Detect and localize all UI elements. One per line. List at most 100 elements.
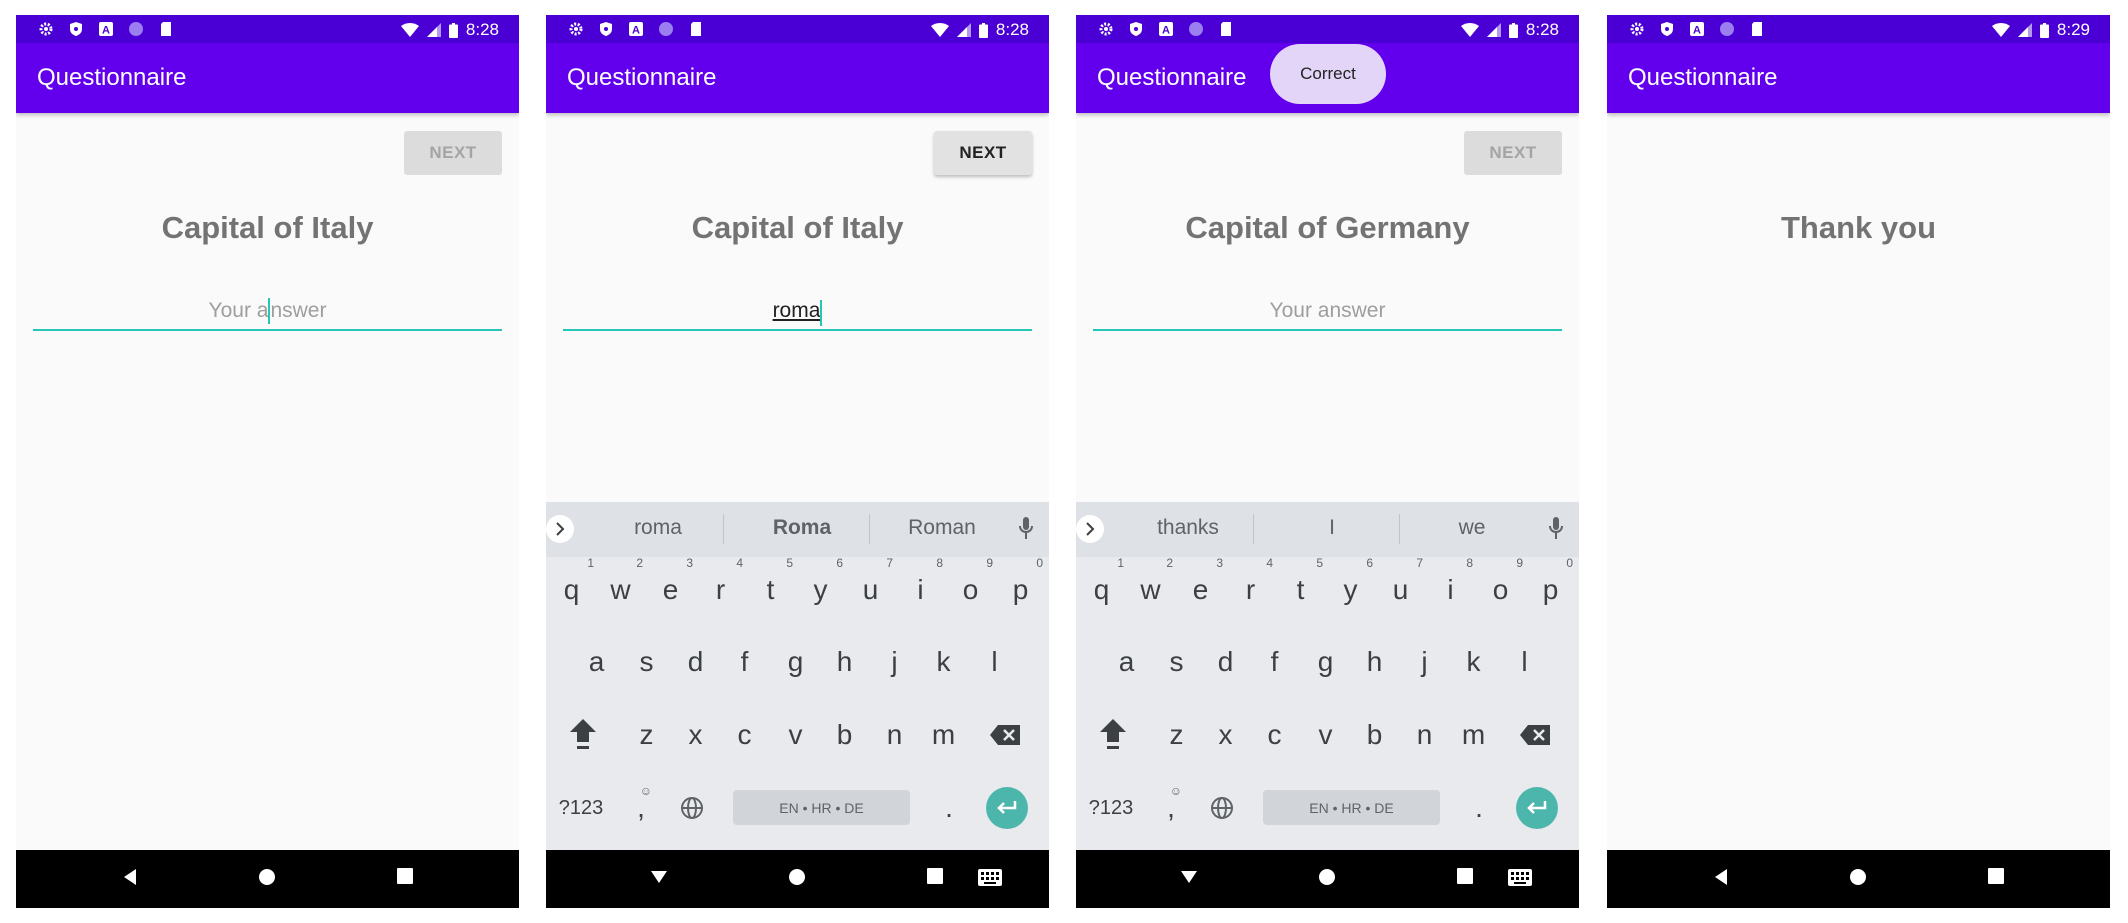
home-icon[interactable] [258, 868, 276, 886]
key[interactable]: m [919, 705, 968, 765]
answer-input[interactable]: Your answer [33, 295, 502, 331]
answer-input[interactable]: roma [563, 295, 1032, 331]
key[interactable]: h [820, 632, 869, 692]
key[interactable]: e3 [646, 556, 695, 620]
key[interactable]: a [1102, 632, 1151, 692]
backspace-key[interactable] [1510, 705, 1559, 765]
key[interactable]: n [870, 705, 919, 765]
key[interactable]: s [622, 632, 671, 692]
key[interactable]: p0 [996, 556, 1045, 620]
key[interactable]: y6 [1326, 556, 1375, 620]
key[interactable]: x [671, 705, 720, 765]
key[interactable]: z [622, 705, 671, 765]
recents-icon[interactable] [1457, 868, 1473, 884]
key[interactable]: w2 [596, 556, 645, 620]
symbols-key[interactable]: ?123 [1080, 778, 1142, 838]
key[interactable]: t5 [746, 556, 795, 620]
comma-key[interactable]: , ☺ [624, 778, 658, 838]
period-key[interactable]: . [1462, 778, 1496, 838]
period-key[interactable]: . [932, 778, 966, 838]
recents-icon[interactable] [397, 868, 413, 884]
home-icon[interactable] [1849, 868, 1867, 886]
key[interactable]: f [720, 632, 769, 692]
key[interactable]: t5 [1276, 556, 1325, 620]
backspace-key[interactable] [980, 705, 1029, 765]
status-bar: A 8:29 [1607, 15, 2110, 43]
comma-key[interactable]: , ☺ [1154, 778, 1188, 838]
key[interactable]: p0 [1526, 556, 1575, 620]
key[interactable]: v [1301, 705, 1350, 765]
answer-input[interactable]: Your answer [1093, 295, 1562, 331]
key[interactable]: b [820, 705, 869, 765]
key[interactable]: b [1350, 705, 1399, 765]
key[interactable]: z [1152, 705, 1201, 765]
next-button[interactable]: NEXT [934, 131, 1032, 175]
enter-key[interactable] [986, 787, 1028, 829]
hide-keyboard-icon[interactable] [1180, 870, 1198, 884]
key[interactable]: i8 [896, 556, 945, 620]
key[interactable]: f [1250, 632, 1299, 692]
microphone-icon[interactable] [1549, 516, 1563, 540]
suggestion-3[interactable]: we [1402, 516, 1542, 540]
key[interactable]: g [771, 632, 820, 692]
space-key[interactable]: EN • HR • DE [733, 790, 910, 825]
key[interactable]: c [720, 705, 769, 765]
key[interactable]: o9 [946, 556, 995, 620]
key[interactable]: x [1201, 705, 1250, 765]
shift-key[interactable] [558, 705, 607, 765]
suggestion-2[interactable]: I [1262, 516, 1402, 540]
keyboard-switch-icon[interactable] [1508, 869, 1532, 886]
language-key[interactable] [1202, 778, 1242, 838]
key[interactable]: j [870, 632, 919, 692]
key[interactable]: r4 [696, 556, 745, 620]
key[interactable]: u7 [846, 556, 895, 620]
key[interactable]: m [1449, 705, 1498, 765]
key[interactable]: q1 [1077, 556, 1126, 620]
keyboard-switch-icon[interactable] [978, 869, 1002, 886]
key[interactable]: y6 [796, 556, 845, 620]
key[interactable]: k [919, 632, 968, 692]
recents-icon[interactable] [1988, 868, 2004, 884]
key[interactable]: s [1152, 632, 1201, 692]
key[interactable]: u7 [1376, 556, 1425, 620]
back-icon[interactable] [1713, 868, 1729, 886]
expand-suggestions-button[interactable] [546, 515, 574, 543]
suggestion-1[interactable]: thanks [1118, 516, 1258, 540]
back-icon[interactable] [122, 868, 138, 886]
key[interactable]: v [771, 705, 820, 765]
key[interactable]: k [1449, 632, 1498, 692]
key[interactable]: d [1201, 632, 1250, 692]
suggestion-1[interactable]: roma [588, 516, 728, 540]
symbols-key[interactable]: ?123 [550, 778, 612, 838]
key[interactable]: o9 [1476, 556, 1525, 620]
shift-key[interactable] [1088, 705, 1137, 765]
answer-placeholder: Your answer [209, 298, 326, 325]
key[interactable]: g [1301, 632, 1350, 692]
key[interactable]: q1 [547, 556, 596, 620]
key[interactable]: j [1400, 632, 1449, 692]
language-key[interactable] [672, 778, 712, 838]
key[interactable]: d [671, 632, 720, 692]
key[interactable]: c [1250, 705, 1299, 765]
recents-icon[interactable] [927, 868, 943, 884]
expand-suggestions-button[interactable] [1076, 515, 1104, 543]
next-button[interactable]: NEXT [1464, 131, 1562, 175]
key[interactable]: h [1350, 632, 1399, 692]
suggestion-3[interactable]: Roman [872, 516, 1012, 540]
hide-keyboard-icon[interactable] [650, 870, 668, 884]
microphone-icon[interactable] [1019, 516, 1033, 540]
home-icon[interactable] [1318, 868, 1336, 886]
key[interactable]: i8 [1426, 556, 1475, 620]
suggestion-2[interactable]: Roma [732, 516, 872, 540]
key[interactable]: l [1500, 632, 1549, 692]
enter-key[interactable] [1516, 787, 1558, 829]
key[interactable]: a [572, 632, 621, 692]
key[interactable]: r4 [1226, 556, 1275, 620]
key[interactable]: w2 [1126, 556, 1175, 620]
key[interactable]: e3 [1176, 556, 1225, 620]
home-icon[interactable] [788, 868, 806, 886]
key[interactable]: l [970, 632, 1019, 692]
next-button[interactable]: NEXT [404, 131, 502, 175]
key[interactable]: n [1400, 705, 1449, 765]
space-key[interactable]: EN • HR • DE [1263, 790, 1440, 825]
